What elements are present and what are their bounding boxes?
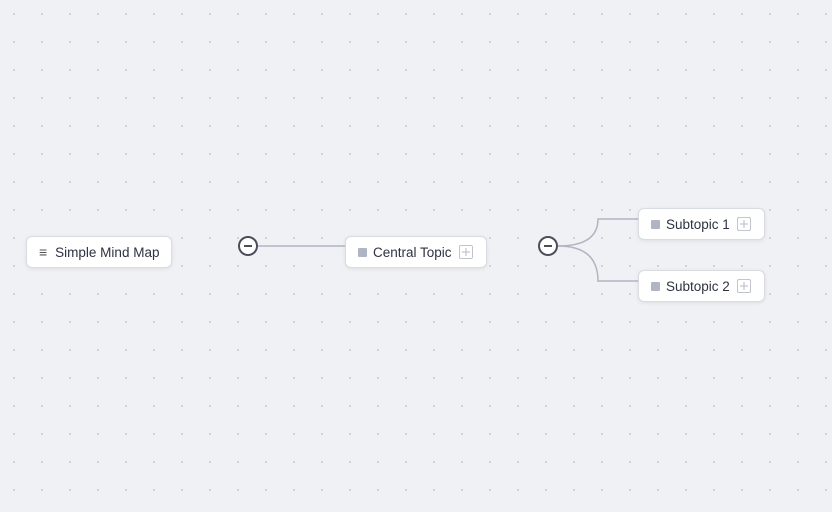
central-collapse-button[interactable] [538,236,558,256]
list-icon: ≡ [39,244,47,260]
title-node-label: Simple Mind Map [55,245,159,260]
central-square-icon [358,248,367,257]
subtopic-2-node[interactable]: Subtopic 2 [638,270,765,302]
title-collapse-button[interactable] [238,236,258,256]
central-topic-label: Central Topic [373,245,452,260]
subtopic-1-node[interactable]: Subtopic 1 [638,208,765,240]
sub1-square-icon [651,220,660,229]
mind-map-canvas: ≡ Simple Mind Map Central Topic Subtopic… [0,0,832,512]
title-node[interactable]: ≡ Simple Mind Map [26,236,172,268]
central-topic-node[interactable]: Central Topic [345,236,487,268]
sub2-square-icon [651,282,660,291]
subtopic-2-label: Subtopic 2 [666,279,730,294]
sub2-expand-icon[interactable] [736,278,752,294]
subtopic-1-label: Subtopic 1 [666,217,730,232]
sub1-expand-icon[interactable] [736,216,752,232]
central-expand-icon[interactable] [458,244,474,260]
